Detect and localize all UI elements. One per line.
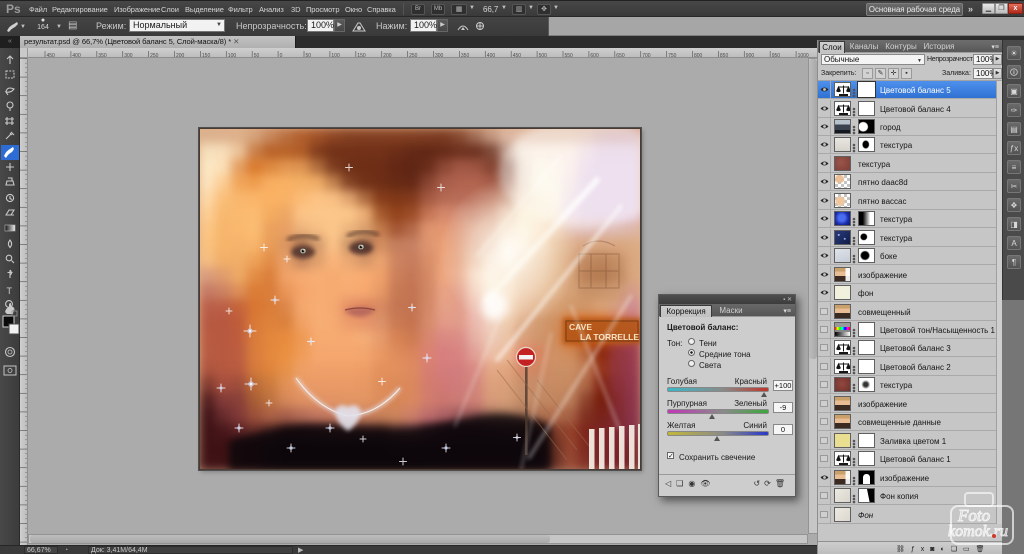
svg-text:T: T <box>7 286 13 296</box>
svg-text:LA TORRELLE: LA TORRELLE <box>580 332 639 342</box>
